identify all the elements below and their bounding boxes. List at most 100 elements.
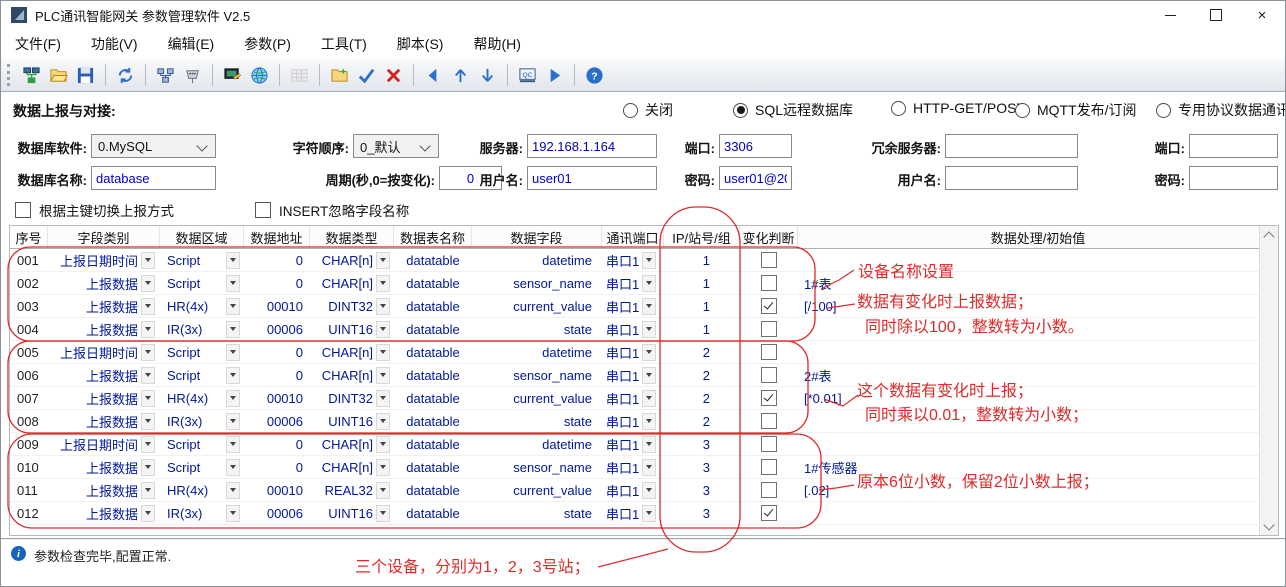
dropdown-button-icon[interactable]	[141, 252, 155, 269]
dropdown-button-icon[interactable]	[141, 482, 155, 499]
cell-process-value[interactable]	[798, 502, 1278, 524]
qc-monitor-icon[interactable]: QC	[515, 63, 540, 88]
dropdown-button-icon[interactable]	[376, 252, 390, 269]
cell-process-value[interactable]: 1#传感器	[798, 456, 1278, 478]
cell-table-name[interactable]: datatable	[394, 272, 472, 294]
redundant-username-input[interactable]	[945, 166, 1078, 190]
radio-option-1[interactable]: SQL远程数据库	[733, 100, 853, 120]
cell-data-area[interactable]: IR(3x)	[160, 318, 244, 340]
dropdown-button-icon[interactable]	[376, 436, 390, 453]
dropdown-button-icon[interactable]	[226, 367, 240, 384]
dropdown-button-icon[interactable]	[376, 298, 390, 315]
menu-item[interactable]: 参数(P)	[244, 34, 291, 54]
table-row[interactable]: 003上报数据HR(4x)00010DINT32datatablecurrent…	[10, 295, 1278, 318]
maximize-button[interactable]	[1193, 1, 1239, 29]
username-input[interactable]	[527, 166, 657, 190]
cell-data-type[interactable]: CHAR[n]	[310, 249, 394, 271]
network-config-icon[interactable]	[19, 63, 44, 88]
toolbar-grip[interactable]	[7, 64, 13, 86]
change-checkbox[interactable]	[761, 459, 777, 475]
change-checkbox[interactable]	[761, 505, 777, 521]
table-row[interactable]: 008上报数据IR(3x)00006UINT16datatablestate串口…	[10, 410, 1278, 433]
dropdown-button-icon[interactable]	[141, 459, 155, 476]
cell-station[interactable]: 3	[664, 433, 740, 455]
change-checkbox[interactable]	[761, 390, 777, 406]
menu-item[interactable]: 编辑(E)	[168, 34, 215, 54]
cell-data-address[interactable]: 00006	[244, 502, 310, 524]
radio-option-2[interactable]: HTTP-GET/POST	[891, 100, 1025, 116]
redundant-server-input[interactable]	[945, 134, 1078, 158]
save-icon[interactable]	[73, 63, 98, 88]
dropdown-button-icon[interactable]	[642, 367, 656, 384]
dropdown-button-icon[interactable]	[226, 275, 240, 292]
change-checkbox[interactable]	[761, 344, 777, 360]
cell-data-type[interactable]: CHAR[n]	[310, 456, 394, 478]
cell-data-area[interactable]: Script	[160, 249, 244, 271]
cell-data-area[interactable]: Script	[160, 272, 244, 294]
cell-comm-port[interactable]: 串口1	[602, 272, 664, 294]
table-row[interactable]: 010上报数据Script0CHAR[n]datatablesensor_nam…	[10, 456, 1278, 479]
dropdown-button-icon[interactable]	[226, 413, 240, 430]
cell-process-value[interactable]: [.02]	[798, 479, 1278, 501]
cell-data-area[interactable]: Script	[160, 456, 244, 478]
cell-process-value[interactable]	[798, 318, 1278, 340]
change-checkbox[interactable]	[761, 436, 777, 452]
port-input[interactable]	[719, 134, 792, 158]
cell-station[interactable]: 1	[664, 272, 740, 294]
cell-data-field[interactable]: datetime	[472, 433, 602, 455]
cell-data-field[interactable]: current_value	[472, 479, 602, 501]
cell-data-area[interactable]: IR(3x)	[160, 502, 244, 524]
cell-table-name[interactable]: datatable	[394, 479, 472, 501]
cell-category[interactable]: 上报数据	[48, 364, 160, 386]
cell-category[interactable]: 上报数据	[48, 272, 160, 294]
cell-data-type[interactable]: REAL32	[310, 479, 394, 501]
change-checkbox[interactable]	[761, 298, 777, 314]
cell-data-type[interactable]: DINT32	[310, 387, 394, 409]
cell-data-address[interactable]: 0	[244, 272, 310, 294]
cell-table-name[interactable]: datatable	[394, 410, 472, 432]
cell-table-name[interactable]: datatable	[394, 433, 472, 455]
dropdown-button-icon[interactable]	[141, 344, 155, 361]
cell-data-field[interactable]: current_value	[472, 295, 602, 317]
dropdown-button-icon[interactable]	[226, 482, 240, 499]
dropdown-button-icon[interactable]	[141, 413, 155, 430]
table-row[interactable]: 006上报数据Script0CHAR[n]datatablesensor_nam…	[10, 364, 1278, 387]
table-row[interactable]: 001上报日期时间Script0CHAR[n]datatabledatetime…	[10, 249, 1278, 272]
cell-comm-port[interactable]: 串口1	[602, 295, 664, 317]
cell-process-value[interactable]	[798, 249, 1278, 271]
cell-data-field[interactable]: datetime	[472, 341, 602, 363]
cell-data-address[interactable]: 0	[244, 364, 310, 386]
dropdown-button-icon[interactable]	[226, 505, 240, 522]
column-header[interactable]: 数据地址	[244, 226, 310, 248]
table-row[interactable]: 005上报日期时间Script0CHAR[n]datatabledatetime…	[10, 341, 1278, 364]
minimize-button[interactable]	[1147, 1, 1193, 29]
dropdown-button-icon[interactable]	[376, 367, 390, 384]
db-name-input[interactable]	[91, 166, 216, 190]
cell-station[interactable]: 1	[664, 295, 740, 317]
cell-data-area[interactable]: HR(4x)	[160, 479, 244, 501]
cell-station[interactable]: 1	[664, 318, 740, 340]
dropdown-button-icon[interactable]	[642, 344, 656, 361]
dropdown-button-icon[interactable]	[141, 275, 155, 292]
cell-data-field[interactable]: sensor_name	[472, 272, 602, 294]
column-header[interactable]: 数据处理/初始值	[798, 226, 1278, 248]
cell-data-address[interactable]: 0	[244, 249, 310, 271]
cell-category[interactable]: 上报数据	[48, 295, 160, 317]
dropdown-button-icon[interactable]	[376, 482, 390, 499]
cell-category[interactable]: 上报日期时间	[48, 341, 160, 363]
cell-station[interactable]: 3	[664, 479, 740, 501]
cell-data-field[interactable]: current_value	[472, 387, 602, 409]
dropdown-button-icon[interactable]	[141, 436, 155, 453]
scroll-down-button[interactable]	[1260, 518, 1277, 535]
down-arrow-icon[interactable]	[475, 63, 500, 88]
cell-data-address[interactable]: 0	[244, 341, 310, 363]
primary-key-switch-checkbox[interactable]: 根据主键切换上报方式	[15, 200, 174, 220]
dropdown-button-icon[interactable]	[642, 413, 656, 430]
cell-data-address[interactable]: 00010	[244, 387, 310, 409]
cell-category[interactable]: 上报数据	[48, 410, 160, 432]
refresh-icon[interactable]	[113, 63, 138, 88]
cell-comm-port[interactable]: 串口1	[602, 318, 664, 340]
cell-data-area[interactable]: HR(4x)	[160, 295, 244, 317]
cell-comm-port[interactable]: 串口1	[602, 410, 664, 432]
column-header[interactable]: 数据类型	[310, 226, 394, 248]
